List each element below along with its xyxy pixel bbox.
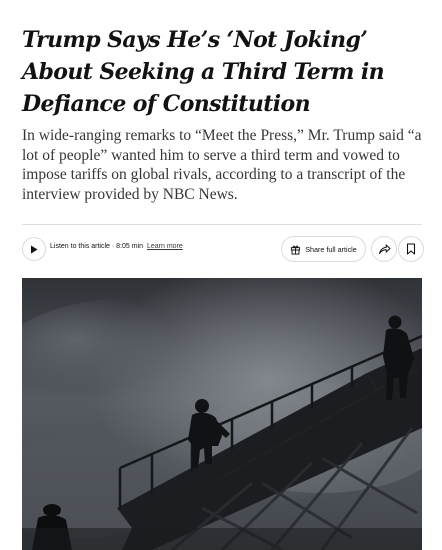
lead-photo-image [22,278,422,550]
gift-icon [291,245,301,255]
share-label: Share full article [305,244,357,254]
play-icon [31,245,38,253]
share-button[interactable] [371,236,397,262]
listen-info: Listen to this article · 8:05 min Learn m… [50,243,183,250]
bookmark-icon [406,243,416,255]
divider [22,224,422,225]
article-summary: In wide-ranging remarks to “Meet the Pre… [22,127,422,203]
share-arrow-icon [378,244,390,254]
headline: Trump Says He’s ‘Not Joking’ About Seeki… [22,27,385,117]
save-article-button[interactable] [398,236,424,262]
share-full-article-button[interactable]: Share full article [281,236,366,262]
article: Trump Says He’s ‘Not Joking’ About Seeki… [0,0,442,550]
learn-more-link[interactable]: Learn more [147,243,183,250]
article-toolbar: Listen to this article · 8:05 min Learn m… [22,236,424,262]
play-audio-button[interactable] [22,237,46,261]
lead-photo [22,278,422,550]
listen-duration: Listen to this article · 8:05 min [50,243,143,250]
